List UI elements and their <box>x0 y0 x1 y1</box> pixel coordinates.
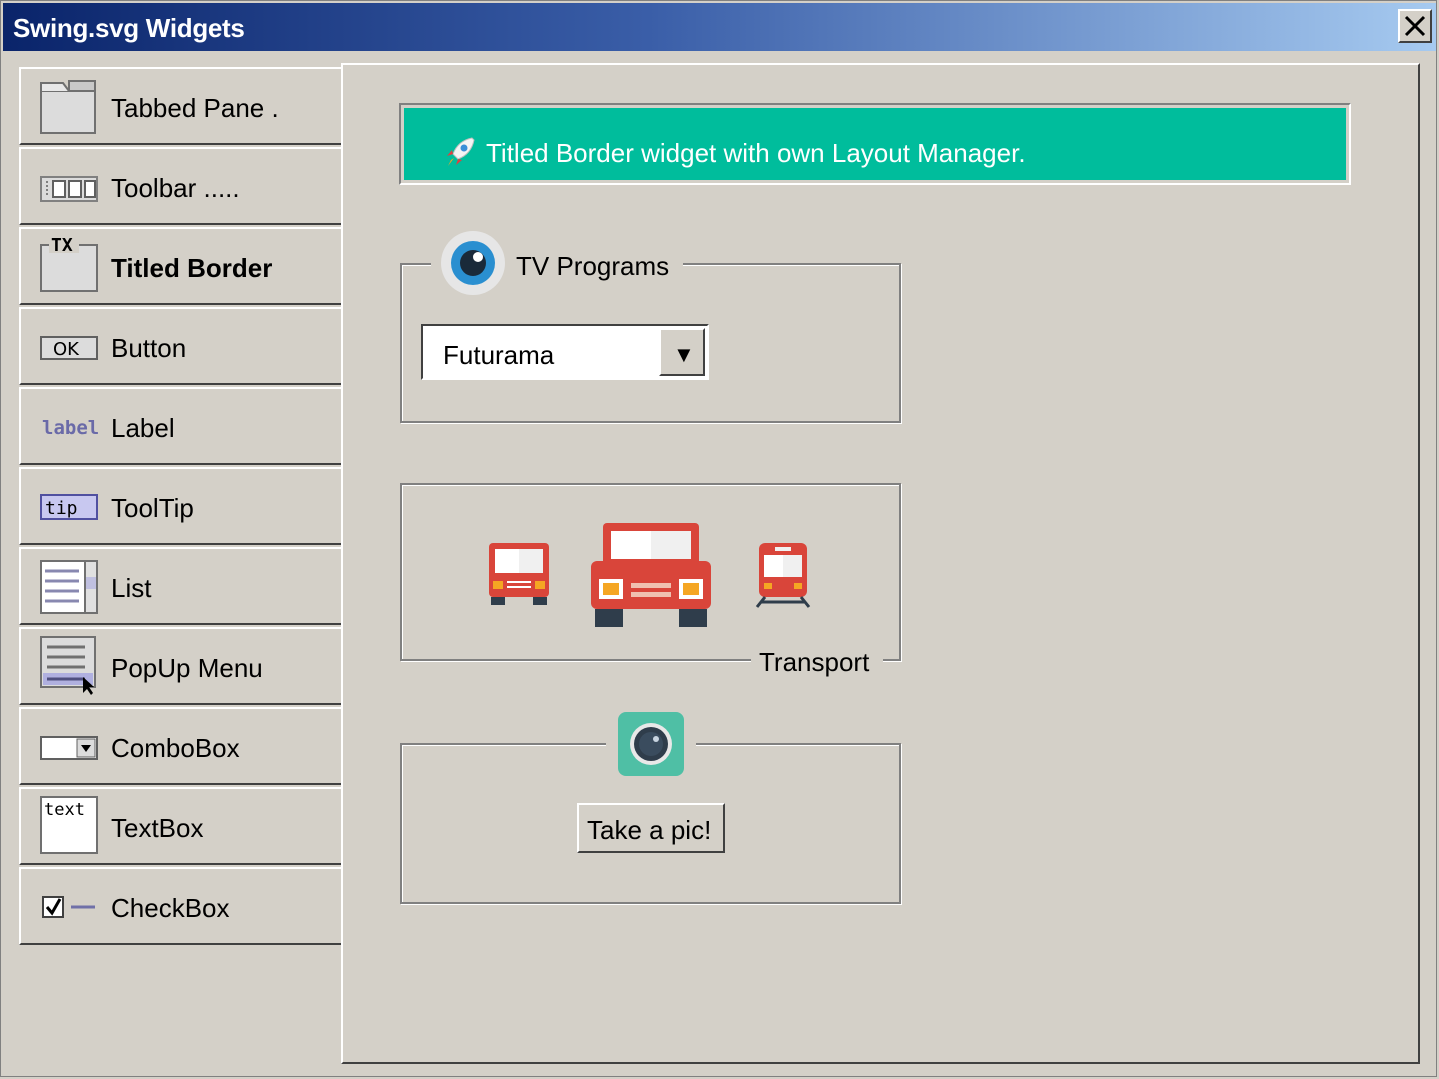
sidebar-item-label: Button <box>111 333 187 363</box>
svg-text:TX: TX <box>51 235 73 256</box>
banner-text: Titled Border widget with own Layout Man… <box>486 138 1026 168</box>
sidebar-item-toolbar[interactable]: Toolbar ..... <box>19 147 341 225</box>
sidebar-item-label: Tabbed Pane . <box>111 93 279 123</box>
button-icon: OK <box>40 336 98 360</box>
bus-icon <box>489 543 549 605</box>
sidebar-item-titled-border[interactable]: TX Titled Border <box>19 227 341 305</box>
sidebar-item-popup-menu[interactable]: PopUp Menu <box>19 627 341 705</box>
sidebar-item-combobox[interactable]: ComboBox <box>19 707 341 785</box>
sidebar-item-label: TextBox <box>111 813 204 843</box>
checkbox-icon <box>42 896 95 918</box>
take-pic-button[interactable]: Take a pic! <box>577 803 725 853</box>
camera-icon <box>630 723 672 765</box>
label-icon: label <box>42 417 99 439</box>
sidebar-item-label: Label <box>111 413 175 443</box>
window-title: Swing.svg Widgets <box>13 13 245 43</box>
svg-text:text: text <box>44 800 85 820</box>
sidebar-item-label: Titled Border <box>111 253 273 283</box>
tooltip-icon: tip <box>40 494 98 520</box>
combo-dropdown-button[interactable]: ▼ <box>659 328 705 376</box>
app-window: Swing.svg Widgets Tabbed Pane . Toolbar … <box>0 0 1437 1077</box>
eye-icon <box>451 241 495 285</box>
transport-title: Transport <box>759 647 870 677</box>
sidebar-item-checkbox[interactable]: CheckBox <box>19 867 341 945</box>
sidebar-item-textbox[interactable]: text TextBox <box>19 787 341 865</box>
close-icon <box>1404 15 1426 37</box>
sidebar-item-label: ToolTip <box>111 493 194 523</box>
svg-text:OK: OK <box>53 339 80 360</box>
chevron-down-icon: ▼ <box>673 342 695 367</box>
close-button[interactable] <box>1398 9 1432 43</box>
list-icon <box>40 560 98 614</box>
sidebar-item-label: Toolbar ..... <box>111 173 240 203</box>
eye-icon-bg <box>441 231 505 295</box>
camera-icon-bg <box>618 712 684 776</box>
rocket-icon <box>447 137 475 166</box>
sidebar-item-label-widget[interactable]: label Label <box>19 387 341 465</box>
train-icon <box>755 543 811 608</box>
tv-programs-title: TV Programs <box>516 251 670 281</box>
sidebar-item-label: List <box>111 573 152 603</box>
take-pic-button-label: Take a pic! <box>587 815 712 845</box>
sidebar-item-tabbed-pane[interactable]: Tabbed Pane . <box>19 67 341 145</box>
sidebar-item-tooltip[interactable]: tip ToolTip <box>19 467 341 545</box>
svg-text:label: label <box>42 417 99 439</box>
sidebar-item-list[interactable]: List <box>19 547 341 625</box>
title-bar[interactable]: Swing.svg Widgets <box>3 3 1436 51</box>
sidebar-item-button[interactable]: OK Button <box>19 307 341 385</box>
car-icon <box>591 523 711 627</box>
svg-text:tip: tip <box>45 498 78 519</box>
combo-selected-value: Futurama <box>443 340 555 370</box>
tv-programs-combobox[interactable]: Futurama ▼ <box>421 324 709 380</box>
sidebar-item-label: ComboBox <box>111 733 240 763</box>
combobox-icon <box>40 736 98 760</box>
titled-border-icon: TX <box>40 235 98 292</box>
sidebar-item-label: CheckBox <box>111 893 230 923</box>
sidebar-item-label: PopUp Menu <box>111 653 263 683</box>
tabbed-pane-icon <box>40 80 96 134</box>
info-banner: Titled Border widget with own Layout Man… <box>399 103 1351 185</box>
textbox-icon: text <box>40 796 98 854</box>
toolbar-icon <box>40 176 98 202</box>
popup-menu-icon <box>40 636 96 695</box>
